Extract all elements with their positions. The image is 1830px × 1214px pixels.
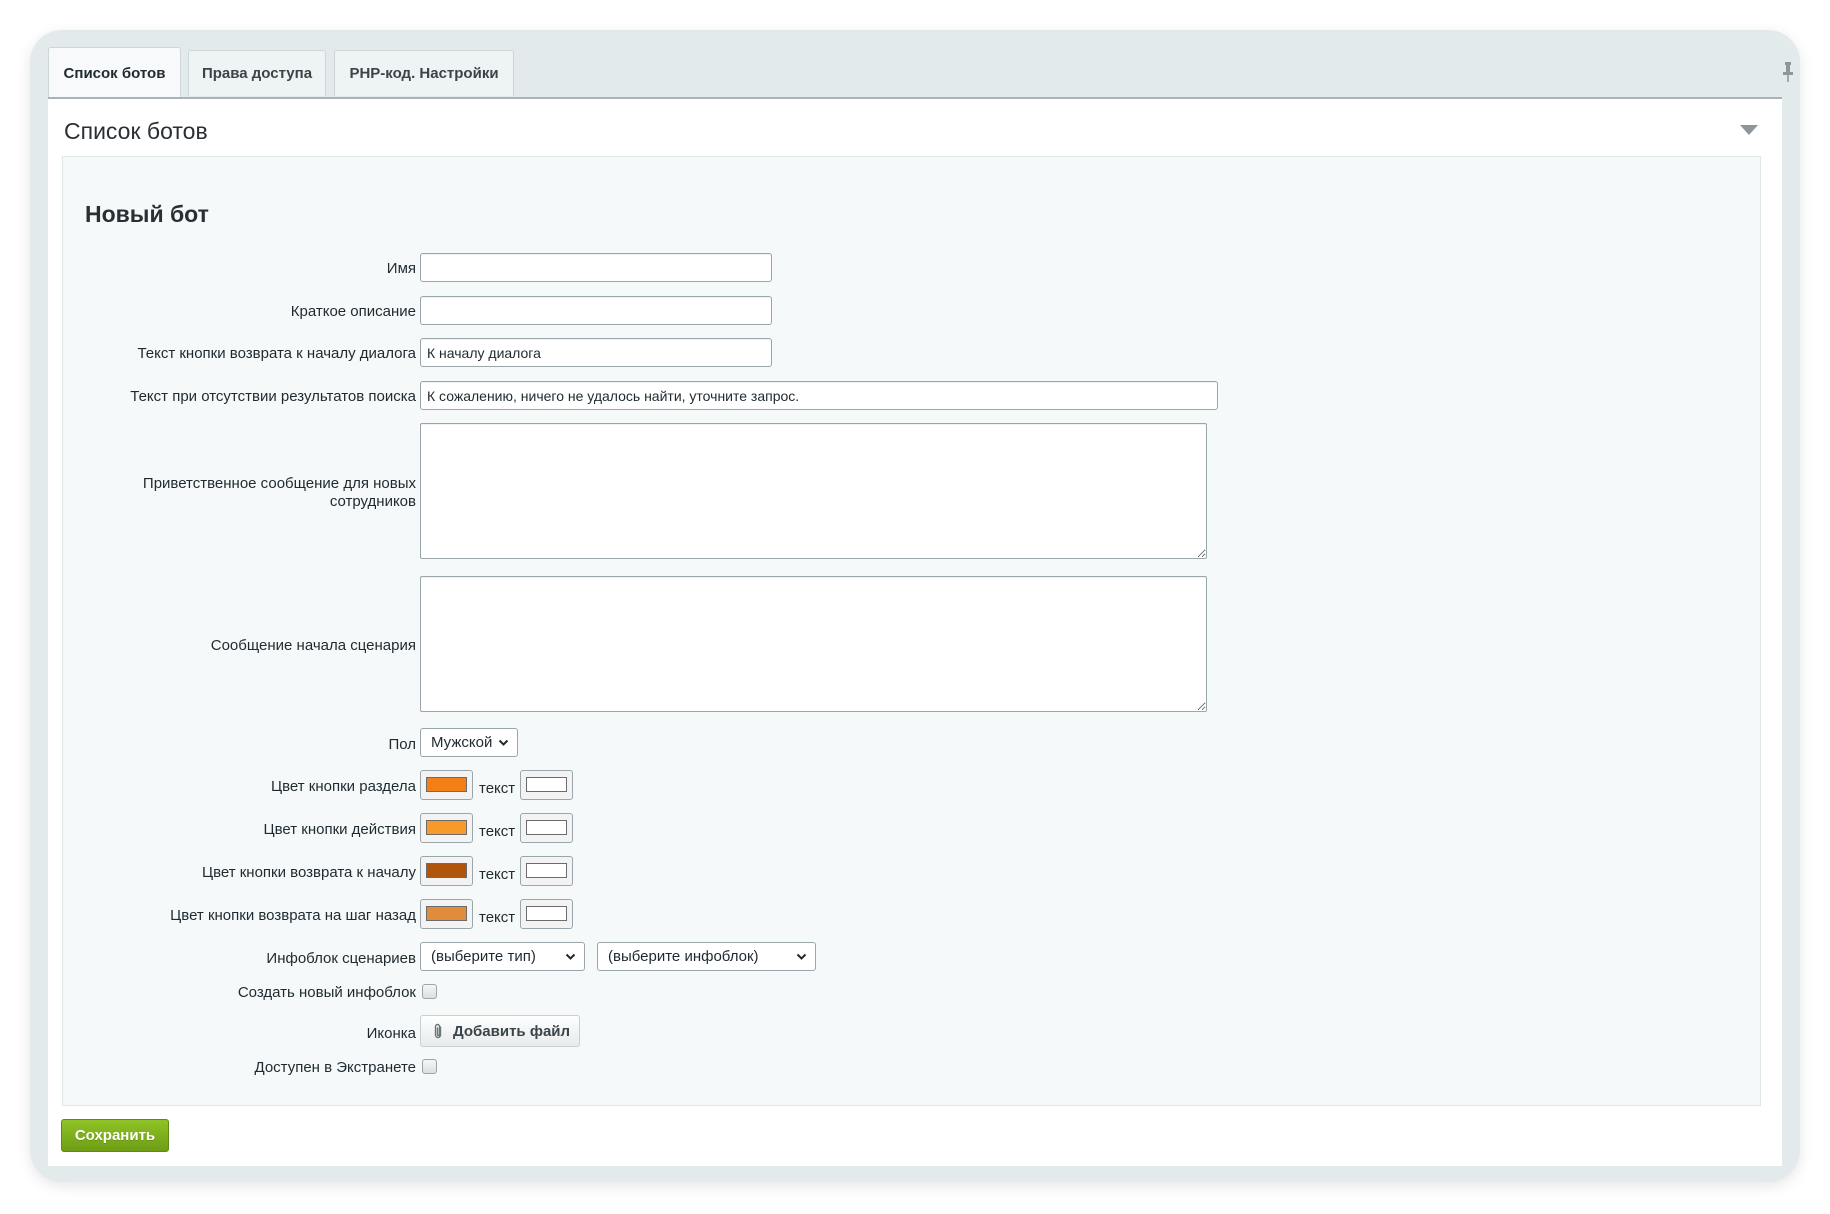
color-swatch (426, 777, 467, 792)
extranet-checkbox[interactable] (422, 1059, 437, 1074)
field-label: Доступен в Экстранете (254, 1059, 417, 1076)
field-label: Сообщение начала сценария (210, 637, 416, 654)
tab-label: Список ботов (63, 65, 166, 82)
infoblock-select[interactable]: (выберите инфоблок) (597, 942, 816, 971)
chevron-down-icon (498, 739, 509, 746)
form-row-name: Имя (63, 253, 1762, 283)
color-swatch (526, 863, 567, 878)
short-description-input[interactable] (420, 296, 772, 325)
field-label: Цвет кнопки раздела (271, 778, 416, 795)
field-label: Пол (388, 736, 416, 753)
chevron-down-icon (796, 953, 807, 960)
action-button-text-color-picker[interactable] (520, 813, 573, 843)
chevron-down-icon (565, 953, 576, 960)
create-infoblock-checkbox[interactable] (422, 984, 437, 999)
infoblock-type-select[interactable]: (выберите тип) (420, 942, 585, 971)
form-row-short-description: Краткое описание (63, 296, 1762, 326)
return-button-text-input[interactable] (420, 338, 772, 367)
color-swatch (526, 820, 567, 835)
field-label: Иконка (366, 1025, 416, 1042)
tab-php-settings[interactable]: PHP-код. Настройки (334, 50, 514, 96)
section-title: Новый бот (85, 201, 209, 227)
field-label: Текст при отсутствии результатов поиска (130, 388, 416, 405)
save-button[interactable]: Сохранить (61, 1119, 169, 1152)
text-color-label: текст (479, 909, 516, 926)
form-row-create-infoblock: Создать новый инфоблок (63, 982, 1762, 1002)
tab-label: PHP-код. Настройки (349, 65, 499, 82)
section-button-text-color-picker[interactable] (520, 770, 573, 800)
text-color-label: текст (479, 866, 516, 883)
form-row-scenario-start-message: Сообщение начала сценария (63, 576, 1762, 712)
field-label: Имя (386, 260, 416, 277)
color-swatch (426, 863, 467, 878)
new-bot-form: Новый бот Имя Краткое описание Текст кно… (62, 156, 1761, 1106)
form-row-back-step-button-color: Цвет кнопки возврата на шаг назад текст (63, 899, 1762, 931)
section-button-color-picker[interactable] (420, 770, 473, 800)
add-file-label: Добавить файл (453, 1022, 571, 1040)
field-label: Инфоблок сценариев (266, 950, 416, 967)
color-swatch (526, 906, 567, 921)
field-label: Текст кнопки возврата к началу диалога (137, 345, 416, 362)
action-button-color-picker[interactable] (420, 813, 473, 843)
field-label: Приветственное сообщение для новых сотру… (142, 475, 416, 510)
form-row-extranet: Доступен в Экстранете (63, 1057, 1762, 1077)
form-row-no-results-text: Текст при отсутствии результатов поиска (63, 381, 1762, 411)
infoblock-type-value: (выберите тип) (431, 948, 536, 965)
form-row-gender: Пол Мужской (63, 728, 1762, 758)
form-row-welcome-message: Приветственное сообщение для новых сотру… (63, 423, 1762, 559)
form-row-icon: Иконка Добавить файл (63, 1015, 1762, 1049)
collapse-arrow-icon[interactable] (1740, 125, 1758, 135)
tab-label: Права доступа (201, 65, 313, 82)
color-swatch (426, 906, 467, 921)
field-label: Цвет кнопки возврата на шаг назад (170, 907, 416, 924)
scenario-start-message-textarea[interactable] (420, 576, 1207, 712)
text-color-label: текст (479, 780, 516, 797)
content-panel: Список ботов Новый бот Имя Краткое описа… (48, 97, 1782, 1166)
infoblock-value: (выберите инфоблок) (608, 948, 759, 965)
return-start-button-text-color-picker[interactable] (520, 856, 573, 886)
color-swatch (526, 777, 567, 792)
form-row-section-button-color: Цвет кнопки раздела текст (63, 770, 1762, 802)
form-row-infoblock: Инфоблок сценариев (выберите тип) (выбер… (63, 942, 1762, 972)
pin-icon[interactable] (1782, 62, 1794, 82)
save-button-label: Сохранить (74, 1127, 156, 1144)
paperclip-icon (434, 1023, 442, 1039)
tab-access-rights[interactable]: Права доступа (188, 50, 326, 96)
form-row-return-button-text: Текст кнопки возврата к началу диалога (63, 338, 1762, 368)
gender-select[interactable]: Мужской (420, 728, 518, 757)
text-color-label: текст (479, 823, 516, 840)
back-step-button-text-color-picker[interactable] (520, 899, 573, 929)
back-step-button-color-picker[interactable] (420, 899, 473, 929)
tab-bot-list[interactable]: Список ботов (48, 47, 181, 99)
panel-title: Список ботов (64, 118, 208, 144)
name-input[interactable] (420, 253, 772, 282)
field-label: Краткое описание (290, 303, 416, 320)
form-row-action-button-color: Цвет кнопки действия текст (63, 813, 1762, 845)
field-label: Цвет кнопки действия (263, 821, 416, 838)
no-results-text-input[interactable] (420, 381, 1218, 410)
form-row-return-start-button-color: Цвет кнопки возврата к началу текст (63, 856, 1762, 888)
return-start-button-color-picker[interactable] (420, 856, 473, 886)
field-label: Создать новый инфоблок (237, 984, 416, 1001)
field-label: Цвет кнопки возврата к началу (201, 864, 416, 881)
add-file-button[interactable]: Добавить файл (420, 1015, 580, 1047)
gender-select-value: Мужской (431, 734, 493, 751)
color-swatch (426, 820, 467, 835)
welcome-message-textarea[interactable] (420, 423, 1207, 559)
